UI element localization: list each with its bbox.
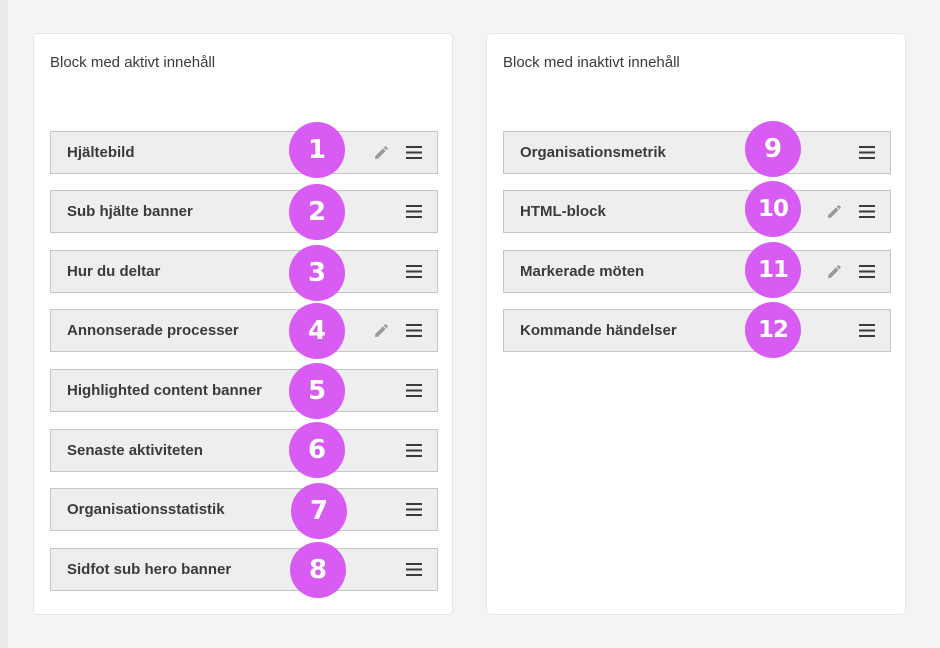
drag-handle-icon[interactable] (406, 204, 422, 219)
block-row-highlighted-content-banner[interactable]: Highlighted content banner 5 (50, 363, 438, 419)
inactive-panel-title: Block med inaktivt innehåll (503, 54, 680, 71)
drag-handle-icon[interactable] (406, 502, 422, 517)
callout-badge: 7 (291, 483, 347, 539)
block-row-senaste-aktiviteten[interactable]: Senaste aktiviteten 6 (50, 422, 438, 478)
drag-handle-icon[interactable] (859, 204, 875, 219)
drag-handle-icon[interactable] (859, 145, 875, 160)
drag-handle-icon[interactable] (406, 562, 422, 577)
block-row-label: Organisationsstatistik (67, 501, 225, 518)
callout-badge: 11 (745, 242, 801, 298)
inactive-blocks-panel: Block med inaktivt innehåll Organisation… (486, 33, 906, 615)
block-row-annonserade-processer[interactable]: Annonserade processer 4 (50, 303, 438, 359)
drag-handle-icon[interactable] (859, 264, 875, 279)
callout-badge: 1 (289, 122, 345, 178)
block-row-label: Senaste aktiviteten (67, 442, 203, 459)
block-row-label: Kommande händelser (520, 322, 677, 339)
pencil-icon[interactable] (373, 322, 390, 339)
drag-handle-icon[interactable] (406, 323, 422, 338)
callout-badge: 10 (745, 181, 801, 237)
block-row-sidfot-sub-hero-banner[interactable]: Sidfot sub hero banner 8 (50, 542, 438, 598)
block-row-label: Hur du deltar (67, 263, 161, 280)
pencil-icon[interactable] (373, 144, 390, 161)
callout-badge: 3 (289, 245, 345, 301)
pencil-icon[interactable] (826, 263, 843, 280)
block-row-label: HTML-block (520, 203, 606, 220)
callout-badge: 2 (289, 184, 345, 240)
active-panel-title: Block med aktivt innehåll (50, 54, 216, 71)
callout-badge: 12 (745, 302, 801, 358)
callout-badge: 8 (290, 542, 346, 598)
callout-badge: 5 (289, 363, 345, 419)
block-row-hur-du-deltar[interactable]: Hur du deltar 3 (50, 245, 438, 301)
callout-badge: 9 (745, 121, 801, 177)
block-row-label: Markerade möten (520, 263, 645, 280)
drag-handle-icon[interactable] (406, 383, 422, 398)
block-row-html-block[interactable]: HTML-block 10 (503, 181, 891, 237)
block-row-sub-hjalte-banner[interactable]: Sub hjälte banner 2 (50, 184, 438, 240)
block-row-organisationsstatistik[interactable]: Organisationsstatistik 7 (50, 483, 438, 539)
block-row-markerade-moten[interactable]: Markerade möten 11 (503, 242, 891, 298)
left-edge-strip (0, 0, 8, 648)
block-row-label: Sub hjälte banner (67, 203, 193, 220)
block-row-label: Highlighted content banner (67, 382, 262, 399)
drag-handle-icon[interactable] (406, 145, 422, 160)
block-row-organisationsmetrik[interactable]: Organisationsmetrik 9 (503, 121, 891, 177)
block-row-label: Sidfot sub hero banner (67, 561, 232, 578)
callout-badge: 6 (289, 422, 345, 478)
block-row-label: Hjältebild (67, 144, 135, 161)
callout-badge: 4 (289, 303, 345, 359)
pencil-icon[interactable] (826, 203, 843, 220)
active-blocks-panel: Block med aktivt innehåll Hjältebild 1 S… (33, 33, 453, 615)
drag-handle-icon[interactable] (859, 323, 875, 338)
block-row-hjaltebild[interactable]: Hjältebild 1 (50, 122, 438, 178)
drag-handle-icon[interactable] (406, 443, 422, 458)
block-row-label: Annonserade processer (67, 322, 239, 339)
drag-handle-icon[interactable] (406, 264, 422, 279)
block-row-kommande-handelser[interactable]: Kommande händelser 12 (503, 302, 891, 358)
block-row-label: Organisationsmetrik (520, 144, 666, 161)
